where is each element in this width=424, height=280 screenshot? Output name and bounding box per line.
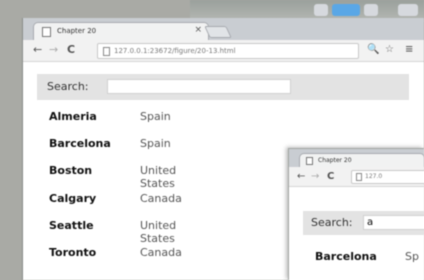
browser-toolbar: ← → C 127.0 xyxy=(289,167,424,187)
search-bar: Search: xyxy=(37,74,409,100)
tray-icon[interactable] xyxy=(314,4,328,16)
country-name: United States xyxy=(140,218,177,245)
page-content: Search: Barcelona Sp xyxy=(289,187,424,280)
back-icon[interactable]: ← xyxy=(33,44,42,56)
reload-icon[interactable]: C xyxy=(327,171,334,183)
country-name: Sp xyxy=(405,250,419,263)
country-name: United States xyxy=(140,164,177,191)
back-icon[interactable]: ← xyxy=(297,171,305,183)
city-name: Barcelona xyxy=(315,250,377,263)
country-name: Spain xyxy=(140,110,171,123)
forward-icon[interactable]: → xyxy=(49,44,58,56)
country-name: Canada xyxy=(140,191,182,205)
city-name: Boston xyxy=(49,164,93,178)
search-label: Search: xyxy=(311,216,353,229)
country-name: Spain xyxy=(140,137,171,151)
search-input[interactable] xyxy=(363,215,424,230)
city-name: Calgary xyxy=(49,191,97,205)
address-text: 127.0 xyxy=(365,173,383,180)
tray-icon[interactable] xyxy=(398,4,418,16)
address-text: 127.0.0.1:23672/figure/20-13.html xyxy=(114,47,236,55)
forward-icon[interactable]: → xyxy=(311,171,319,183)
reload-icon[interactable]: C xyxy=(67,44,75,56)
page-favicon-icon xyxy=(306,157,313,165)
page-icon xyxy=(103,47,110,56)
tab-close-icon[interactable]: × xyxy=(194,25,202,35)
city-name: Barcelona xyxy=(49,137,111,151)
page-icon xyxy=(356,173,362,181)
second-browser-window: Chapter 20 ← → C 127.0 Search: Barcelona… xyxy=(288,148,424,280)
browser-tab[interactable]: Chapter 20 × xyxy=(33,22,209,40)
browser-tab[interactable]: Chapter 20 xyxy=(299,153,424,167)
page-favicon-icon xyxy=(42,27,51,37)
tray-status-icon[interactable] xyxy=(332,4,360,16)
city-name: Almeria xyxy=(49,110,97,123)
bookmark-star-icon[interactable]: ☆ xyxy=(385,44,394,55)
search-input[interactable] xyxy=(107,79,291,94)
tray-icon[interactable] xyxy=(364,4,378,16)
tab-title: Chapter 20 xyxy=(318,157,352,164)
menu-icon[interactable]: ≡ xyxy=(405,44,413,55)
address-bar[interactable]: 127.0.0.1:23672/figure/20-13.html xyxy=(97,43,359,59)
browser-toolbar: ← → C 127.0.0.1:23672/figure/20-13.html … xyxy=(23,40,424,62)
tab-strip: Chapter 20 xyxy=(289,149,424,167)
city-name: Seattle xyxy=(49,218,94,232)
address-bar[interactable]: 127.0 xyxy=(351,170,424,184)
new-tab-button[interactable] xyxy=(204,26,232,38)
search-label: Search: xyxy=(47,80,89,93)
city-name: Toronto xyxy=(49,245,97,259)
search-bar: Search: xyxy=(303,211,424,235)
tab-strip: Chapter 20 × xyxy=(23,18,424,40)
zoom-icon[interactable]: 🔍 xyxy=(367,44,379,55)
tab-title: Chapter 20 xyxy=(57,27,97,35)
country-name: Canada xyxy=(140,245,182,259)
